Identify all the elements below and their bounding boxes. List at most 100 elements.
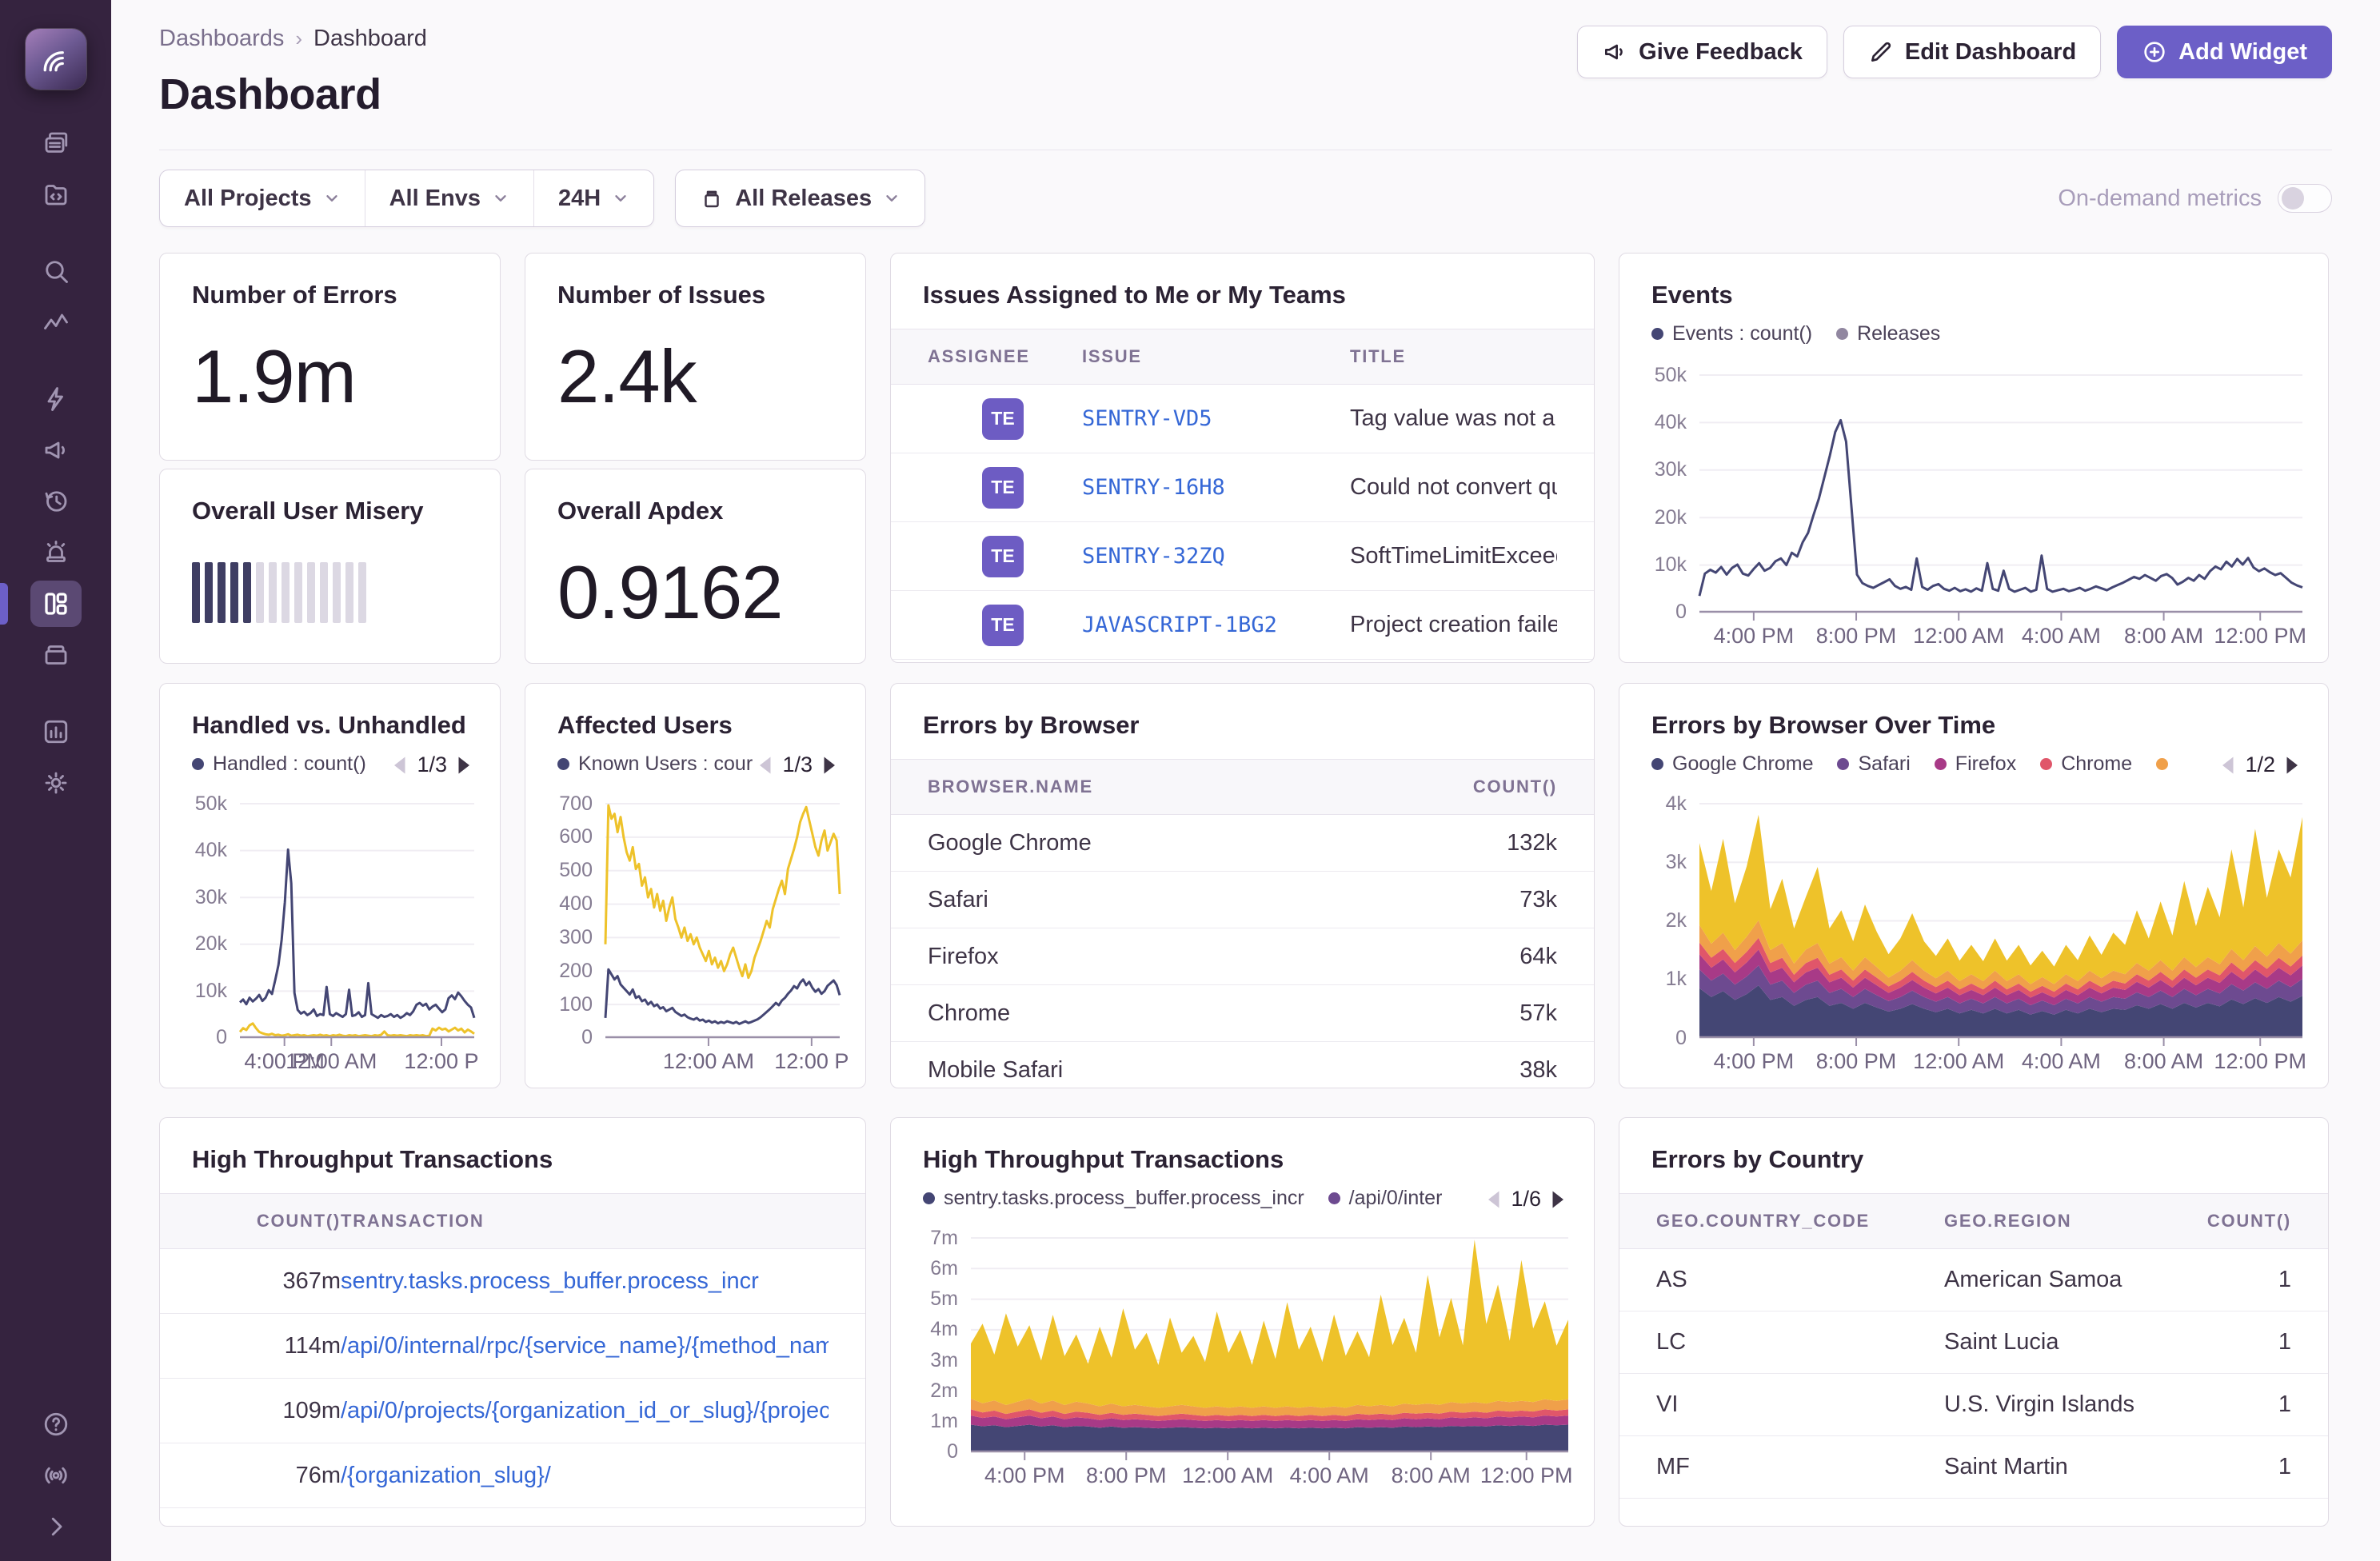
sidebar-item-projects[interactable] [30,171,82,218]
legend-item[interactable]: Releases [1836,322,1940,345]
misery-bar [345,562,353,623]
pager-next-icon[interactable] [822,756,838,775]
give-feedback-button[interactable]: Give Feedback [1577,26,1827,78]
legend-item[interactable]: sentry.tasks.process_buffer.process_incr [923,1187,1304,1210]
count-cell: 57k [1381,1000,1557,1027]
widget-overall-apdex: Overall Apdex 0.9162 [525,469,866,664]
add-widget-button[interactable]: Add Widget [2117,26,2332,78]
sidebar-item-settings[interactable] [30,760,82,806]
legend-item[interactable]: Chrome [2040,753,2132,776]
sidebar-item-alerts[interactable] [30,529,82,576]
table-row: VIU.S. Virgin Islands1 [1619,1374,2328,1436]
x-axis: 4:00 PM8:00 PM12:00 AM4:00 AM8:00 AM12:0… [1699,1038,2302,1075]
errors-by-country-table: GEO.COUNTRY_CODEGEO.REGIONCOUNT()ASAmeri… [1619,1193,2328,1499]
pager-next-icon[interactable] [1551,1190,1567,1209]
environment-filter[interactable]: All Envs [365,170,533,226]
affected-users-chart[interactable]: 700600500400300200100012:00 AM12:00 P [553,804,840,1075]
table-row: TEJAVASCRIPT-1BG2Project creation failed [891,591,1594,660]
widget-errors-by-country: Errors by Country GEO.COUNTRY_CODEGEO.RE… [1619,1117,2329,1527]
legend-item[interactable]: Firefox [1935,753,2016,776]
widget-title: Number of Errors [192,281,468,309]
sidebar-item-issues[interactable] [30,120,82,166]
browsers-over-time-chart[interactable]: 4k3k2k1k04:00 PM8:00 PM12:00 AM4:00 AM8:… [1647,804,2302,1075]
misery-bar [218,562,226,623]
avatar[interactable]: TE [982,536,1024,577]
sidebar-collapse-button[interactable] [30,1503,82,1550]
column-header: GEO.REGION [1944,1211,2163,1232]
legend-item[interactable]: Events : count() [1651,322,1812,345]
legend-item[interactable]: /api/0/internal/r [1328,1187,1442,1210]
sidebar-item-performance[interactable] [30,376,82,422]
sidebar-item-feedback[interactable] [30,427,82,473]
pager-prev-icon[interactable] [2219,756,2235,775]
legend-item[interactable]: Mobile S [2156,753,2176,776]
legend-item[interactable]: Handled : count() [192,753,366,776]
text-cell: U.S. Virgin Islands [1944,1391,2163,1418]
high-throughput-table: COUNT()TRANSACTION367msentry.tasks.proce… [160,1193,865,1508]
transaction-link[interactable]: /{organization_slug}/ [341,1463,829,1489]
release-filter[interactable]: All Releases [676,170,924,226]
legend-item[interactable]: Safari [1837,753,1910,776]
events-chart[interactable]: 50k40k30k20k10k04:00 PM8:00 PM12:00 AM4:… [1647,375,2302,649]
sidebar-item-help[interactable] [30,1401,82,1447]
widget-title: Errors by Browser [923,711,1562,740]
legend-item[interactable]: Google Chrome [1651,753,1813,776]
avatar[interactable]: TE [982,605,1024,646]
misery-bar [269,562,277,623]
handled-chart[interactable]: 50k40k30k20k10k04:00 PM12:00 AM12:00 P [187,804,474,1075]
sidebar-item-stats[interactable] [30,709,82,755]
sidebar-item-dashboards[interactable] [30,581,82,627]
sentry-logo[interactable] [26,29,86,90]
widget-overall-user-misery: Overall User Misery [159,469,501,664]
transaction-link[interactable]: sentry.tasks.process_buffer.process_incr [341,1268,829,1295]
issue-link[interactable]: SENTRY-32ZQ [1082,544,1350,569]
plus-circle-icon [2142,39,2167,65]
avatar[interactable]: TE [982,467,1024,509]
sidebar-item-search[interactable] [30,248,82,294]
sidebar-item-releases[interactable] [30,632,82,678]
misery-bar [358,562,366,623]
pager-next-icon[interactable] [2285,756,2301,775]
transaction-link[interactable]: /api/0/internal/rpc/{service_name}/{meth… [341,1333,829,1359]
high-throughput-chart[interactable]: 7m6m5m4m3m2m1m04:00 PM8:00 PM12:00 AM4:0… [918,1238,1568,1489]
text-cell: Saint Lucia [1944,1329,2163,1355]
widget-grid-middle: Handled vs. Unhandled Handled : count() … [159,683,2332,1088]
browsers-over-time-legend: Google Chrome Safari Firefox Chrome Mobile S [1651,753,2176,776]
sidebar-item-replays[interactable] [30,478,82,525]
pager-prev-icon[interactable] [391,756,407,775]
edit-dashboard-button[interactable]: Edit Dashboard [1843,26,2101,78]
widget-title: Events [1651,281,2296,309]
issues-assigned-table: ASSIGNEEISSUETITLETESENTRY-VD5Tag value … [891,329,1594,660]
avatar[interactable]: TE [982,398,1024,440]
project-filter[interactable]: All Projects [160,170,365,226]
release-filter-wrap: All Releases [675,170,925,227]
pager-label: 1/2 [2245,753,2275,777]
misery-bar [230,562,238,623]
archive-icon [42,641,70,669]
on-demand-metrics-toggle[interactable] [2278,184,2332,213]
pager-label: 1/6 [1511,1187,1541,1212]
sidebar-item-broadcast[interactable] [30,1452,82,1499]
pager-prev-icon[interactable] [757,756,773,775]
pager-prev-icon[interactable] [1485,1190,1501,1209]
x-axis: 4:00 PM8:00 PM12:00 AM4:00 AM8:00 AM12:0… [1699,613,2302,649]
breadcrumb-dashboards[interactable]: Dashboards [159,26,284,52]
number-of-errors-value: 1.9m [192,333,468,420]
sidebar-item-traces[interactable] [30,299,82,345]
transaction-link[interactable]: /api/0/projects/{organization_id_or_slug… [341,1398,829,1424]
time-range-filter[interactable]: 24H [533,170,653,226]
lightning-icon [42,385,70,413]
widget-title: Overall Apdex [557,497,833,525]
misery-bar [243,562,251,623]
legend-item[interactable]: Known Users : cour [557,753,753,776]
pager-next-icon[interactable] [457,756,473,775]
widget-title: Errors by Country [1651,1145,2296,1174]
widget-number-of-issues: Number of Issues 2.4k [525,253,866,461]
issue-link[interactable]: SENTRY-16H8 [1082,475,1350,500]
issue-link[interactable]: SENTRY-VD5 [1082,406,1350,431]
on-demand-metrics: On-demand metrics [2058,184,2332,213]
x-axis: 12:00 AM12:00 P [605,1038,840,1075]
filter-bar: All Projects All Envs 24H All Releases O… [159,170,2332,227]
column-header: ISSUE [1082,346,1350,367]
issue-link[interactable]: JAVASCRIPT-1BG2 [1082,613,1350,637]
